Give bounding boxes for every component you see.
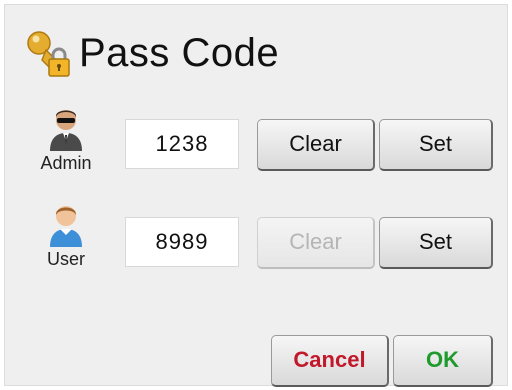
user-set-button[interactable]: Set	[379, 217, 493, 269]
admin-avatar-icon	[50, 110, 82, 151]
dialog-header: Pass Code	[21, 25, 279, 81]
key-lock-icon	[27, 31, 70, 77]
user-clear-button[interactable]: Clear	[257, 217, 375, 269]
user-avatar: User	[35, 201, 97, 270]
user-avatar-icon	[50, 206, 82, 247]
admin-row: Admin 1238 Clear Set	[5, 105, 509, 185]
user-row: User 8989 Clear Set	[5, 201, 509, 281]
dialog-title: Pass Code	[79, 30, 280, 75]
admin-clear-button[interactable]: Clear	[257, 119, 375, 171]
admin-avatar: Admin	[35, 105, 97, 174]
cancel-button[interactable]: Cancel	[271, 335, 389, 387]
admin-label: Admin	[40, 153, 92, 173]
user-code-field[interactable]: 8989	[125, 217, 239, 267]
ok-button[interactable]: OK	[393, 335, 493, 387]
pass-code-dialog: Pass Code Admin 1238 Clear Set User 8989…	[4, 4, 509, 387]
admin-code-field[interactable]: 1238	[125, 119, 239, 169]
admin-set-button[interactable]: Set	[379, 119, 493, 171]
user-label: User	[46, 249, 85, 269]
